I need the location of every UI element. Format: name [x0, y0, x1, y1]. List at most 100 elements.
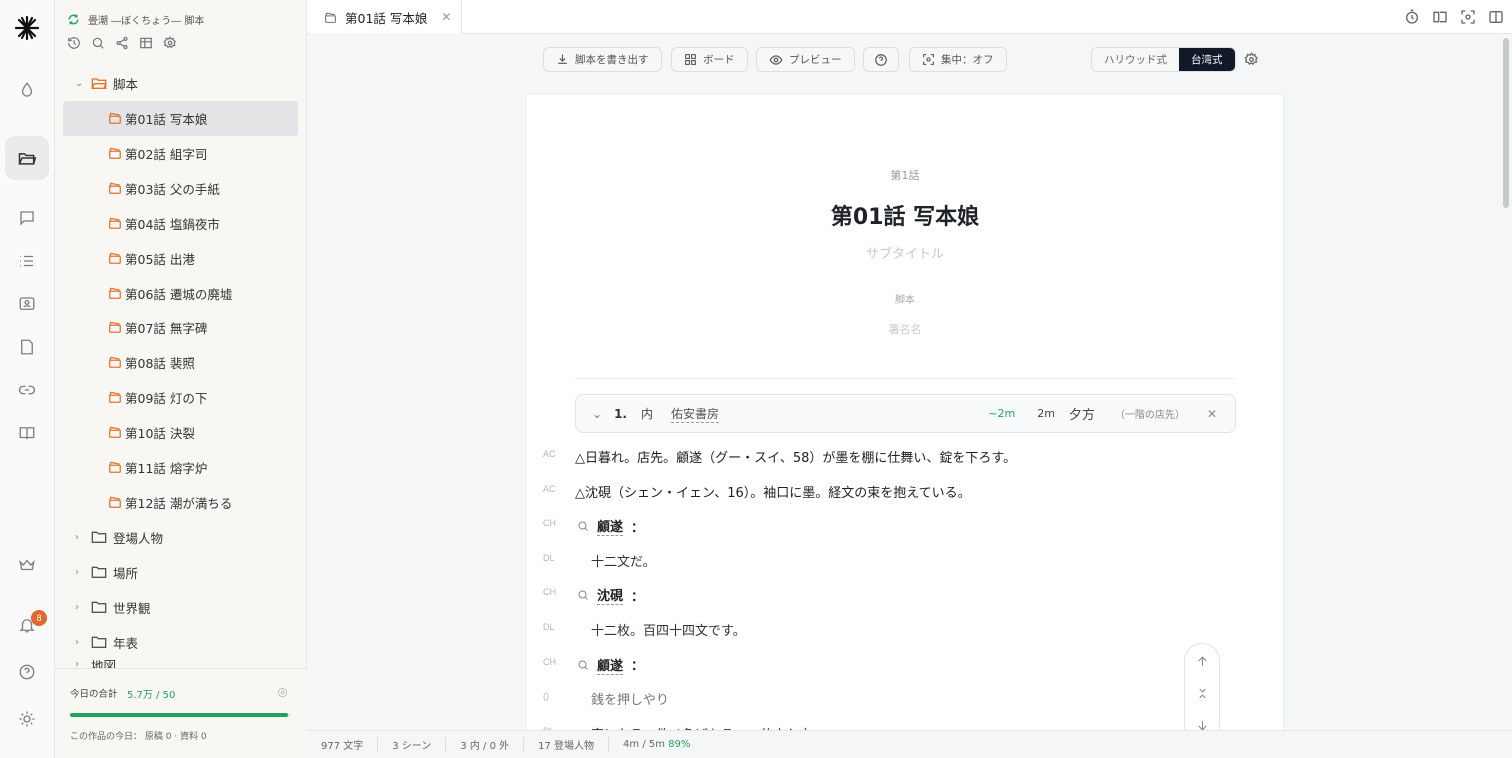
help-icon[interactable] [5, 650, 49, 694]
tree-item-episode[interactable]: 第08話 裴照 [63, 345, 298, 380]
settings-icon[interactable] [277, 687, 288, 698]
tree-item-episode[interactable]: 第11話 熔字炉 [63, 450, 298, 485]
character-cue[interactable]: 顧遂： [577, 516, 644, 537]
scene-heading[interactable]: ⌄ 1. 内 佑安書房 ~2m 2m 夕方 （一階の店先） ✕ [575, 394, 1236, 433]
tree-item-episode[interactable]: 第10話 決裂 [63, 415, 298, 450]
tree-item-episode[interactable]: 第07話 無字碑 [63, 310, 298, 345]
folder-label: 脚本 [113, 76, 139, 92]
format-settings-icon[interactable] [1244, 52, 1259, 67]
scene-int-ext[interactable]: 内 [641, 405, 653, 422]
tree-item-episode[interactable]: 第06話 遷城の廃墟 [63, 276, 298, 311]
history-icon[interactable] [67, 36, 81, 50]
hollywood-format-option[interactable]: ハリウッド式 [1092, 48, 1179, 71]
subtitle-input[interactable]: サブタイトル [527, 243, 1283, 262]
script-line[interactable]: DL字になる。件ノ色ばちる……仕十入文 [527, 724, 1283, 730]
script-line[interactable]: AC △日暮れ。店先。顧遂（グー・スイ、58）が墨を棚に仕舞い、錠を下ろす。 [527, 447, 1283, 469]
project-title: 畳潮 ―ぼくちょう― 脚本 [88, 15, 205, 27]
export-label: 脚本を書き出す [575, 54, 649, 66]
chat-icon[interactable] [5, 196, 49, 240]
folder-open-icon[interactable] [5, 136, 49, 180]
scene-time[interactable]: 夕方 [1069, 404, 1095, 423]
folder-worldview[interactable]: › 世界観 [75, 590, 151, 624]
tab-episode-01[interactable]: 第01話 写本娘 ✕ [310, 0, 462, 34]
line-type-tag: () [543, 691, 549, 702]
script-line[interactable]: DL 十二文だ。 [527, 551, 1283, 573]
folder-characters[interactable]: › 登場人物 [75, 520, 163, 554]
character-cue[interactable]: 顧遂： [577, 655, 644, 675]
scene-duration[interactable]: 2m [1037, 407, 1055, 420]
script-line[interactable]: CH 沈硯： [527, 585, 1283, 607]
list-icon[interactable] [5, 239, 49, 283]
link-icon[interactable] [5, 368, 49, 412]
script-line[interactable]: CH 顧遂： [527, 516, 1283, 538]
search-icon[interactable] [577, 659, 589, 671]
sun-icon[interactable] [5, 697, 49, 741]
help-button[interactable] [863, 47, 899, 72]
script-line[interactable]: DL 十二枚。百四十四文です。 [527, 620, 1283, 642]
tree-item-episode[interactable]: 第01話 写本娘 [63, 101, 298, 136]
character-card-icon[interactable] [5, 282, 49, 326]
chevron-right-icon: › [75, 566, 79, 578]
action-text: △日暮れ。店先。顧遂（グー・スイ、58）が墨を棚に仕舞い、錠を下ろす。 [575, 451, 1017, 466]
folder-locations[interactable]: › 場所 [75, 555, 138, 589]
eye-icon [769, 54, 783, 65]
scene-note[interactable]: （一階の店先） [1115, 406, 1185, 421]
search-icon[interactable] [91, 36, 105, 50]
tree-item-episode[interactable]: 第09話 灯の下 [63, 380, 298, 415]
crown-icon[interactable] [5, 543, 49, 587]
table-icon[interactable] [139, 36, 153, 50]
episode-label: 第02話 組字司 [125, 146, 208, 162]
script-line[interactable]: () 銭を押しやり [527, 689, 1283, 711]
author-input[interactable]: 署名名 [527, 321, 1283, 337]
tree-item-episode[interactable]: 第03話 父の手紙 [63, 171, 298, 206]
close-icon[interactable]: ✕ [1207, 407, 1217, 421]
share-icon[interactable] [115, 36, 129, 50]
folder-script[interactable]: ⌄ 脚本 [75, 66, 138, 100]
sync-icon[interactable] [67, 13, 80, 26]
taiwan-format-option[interactable]: 台湾式 [1179, 48, 1235, 71]
book-icon[interactable] [5, 411, 49, 455]
search-icon[interactable] [577, 589, 589, 601]
action-text: △沈硯（シェン・イェン、16）。袖口に墨。経文の束を抱えている。 [575, 485, 971, 501]
clapperboard-icon [109, 217, 121, 229]
chevron-right-icon: › [75, 660, 79, 668]
ink-drop-icon[interactable] [5, 68, 49, 112]
line-type-tag: DL [543, 552, 555, 563]
settings-icon[interactable] [163, 36, 177, 50]
close-icon[interactable]: ✕ [441, 10, 451, 24]
scrollbar[interactable] [1503, 38, 1509, 208]
tree-item-episode[interactable]: 第02話 組字司 [63, 136, 298, 171]
tree-item-episode[interactable]: 第12話 潮が満ちる [63, 485, 298, 520]
folder-timeline[interactable]: › 年表 [75, 625, 138, 659]
scene-location[interactable]: 佑安書房 [671, 405, 720, 423]
focus-mode-button[interactable]: 集中：オフ [909, 47, 1007, 72]
collapse-icon[interactable] [1196, 687, 1209, 700]
clapperboard-icon [109, 182, 121, 194]
runtime: 4m / 5m 89% [609, 739, 704, 750]
board-button[interactable]: ボード [671, 47, 748, 72]
export-script-button[interactable]: 脚本を書き出す [543, 47, 662, 72]
tree-item-episode[interactable]: 第05話 出港 [63, 241, 298, 276]
app-logo-icon[interactable] [5, 6, 49, 50]
search-icon[interactable] [577, 520, 589, 532]
page-title[interactable]: 第01話 写本娘 [527, 199, 1283, 231]
folder-map[interactable]: › 地図 [75, 660, 116, 668]
document-icon[interactable] [5, 325, 49, 369]
chevron-down-icon[interactable]: ⌄ [592, 407, 602, 421]
chevron-right-icon: › [75, 531, 79, 543]
tree-item-episode[interactable]: 第04話 塩鍋夜市 [63, 206, 298, 241]
dialogue-text: 字になる。件ノ色ばちる……仕十入文 [591, 724, 812, 730]
character-cue[interactable]: 沈硯： [577, 585, 644, 606]
script-line[interactable]: AC △沈硯（シェン・イェン、16）。袖口に墨。経文の束を抱えている。 [527, 482, 1283, 504]
episode-label: 第10話 決裂 [125, 426, 195, 442]
script-line[interactable]: CH 顧遂： [527, 655, 1283, 677]
split-view-icon[interactable] [1488, 9, 1504, 25]
folder-icon [91, 566, 107, 578]
folder-label: 場所 [113, 565, 139, 581]
timer-icon[interactable] [1404, 9, 1420, 25]
arrow-up-icon[interactable] [1196, 655, 1209, 668]
book-edit-icon[interactable] [1432, 9, 1448, 25]
window-tools [1404, 9, 1504, 25]
preview-button[interactable]: プレビュー [756, 47, 855, 72]
focus-icon[interactable] [1460, 9, 1476, 25]
